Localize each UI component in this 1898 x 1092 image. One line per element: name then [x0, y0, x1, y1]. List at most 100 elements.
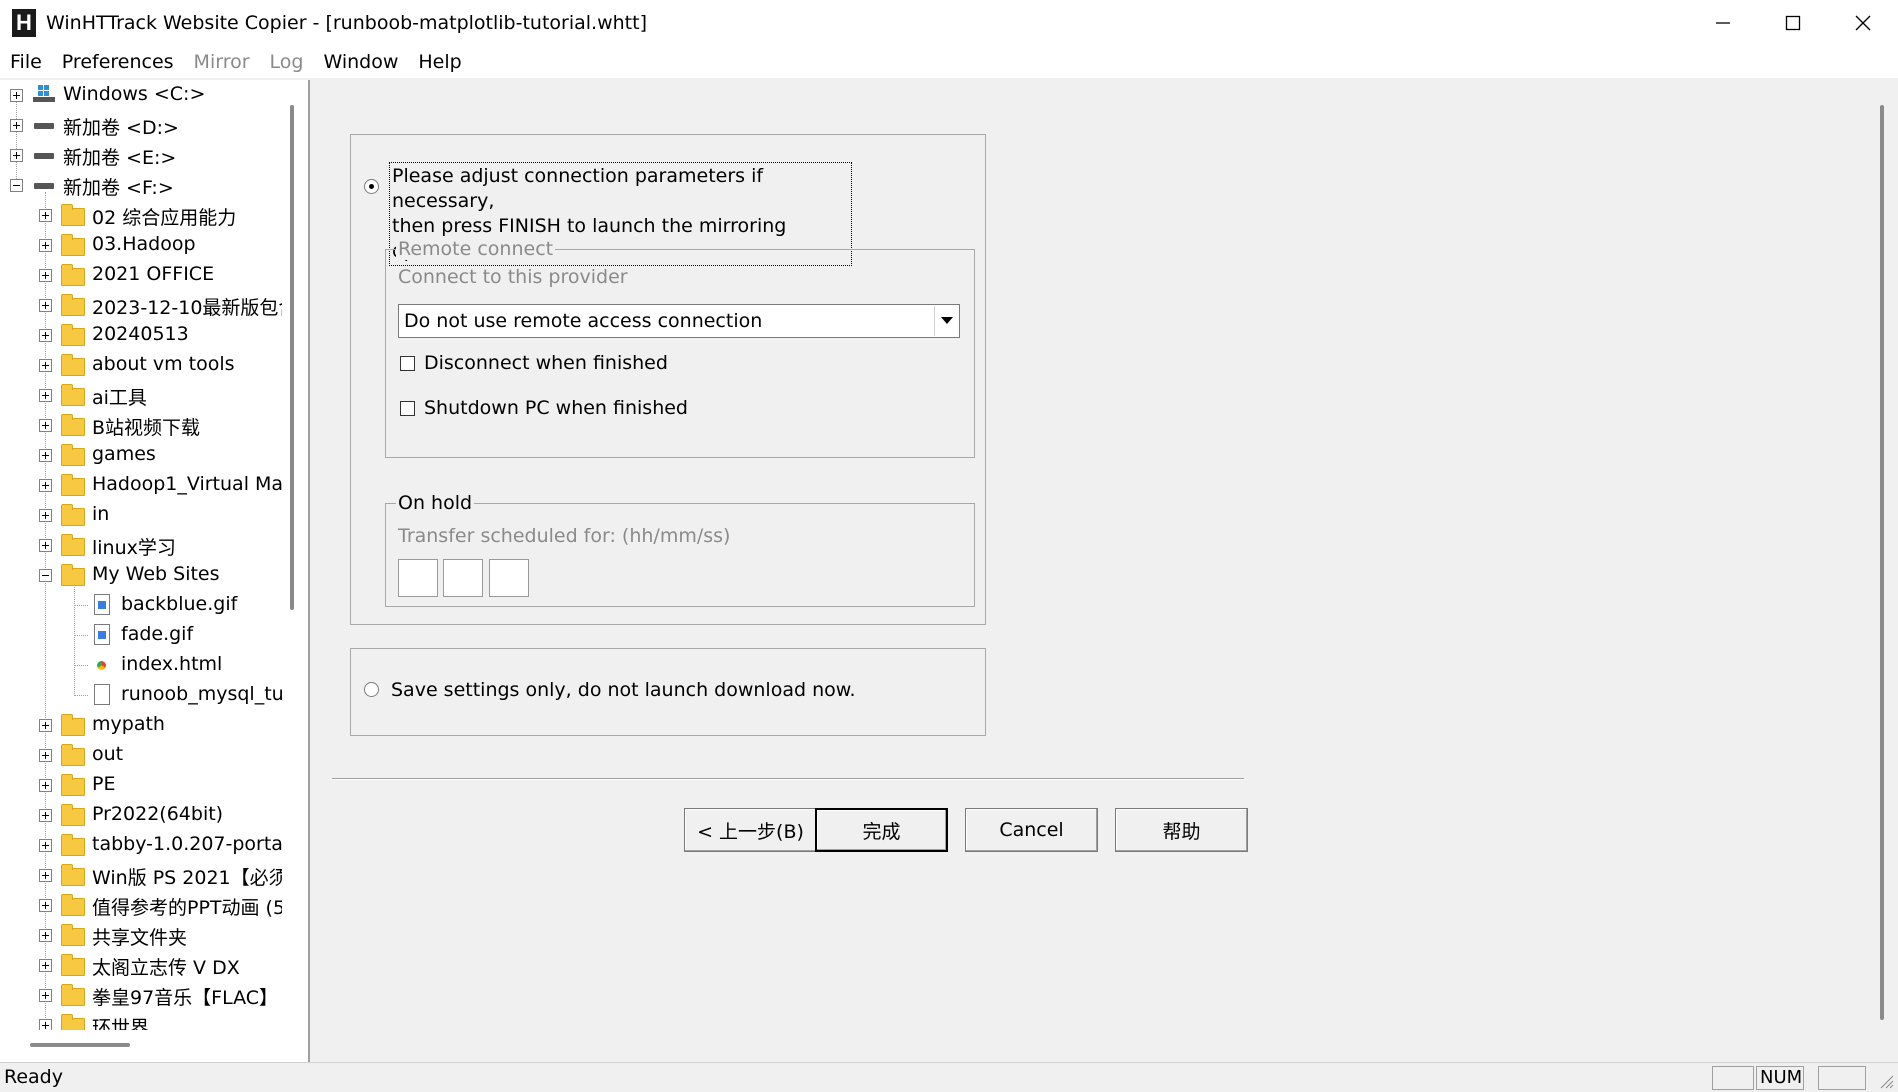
tree-folder[interactable]: Win版 PS 2021【必须v: [0, 860, 282, 890]
expand-icon[interactable]: [39, 239, 52, 252]
expand-icon[interactable]: [39, 959, 52, 972]
tree-item-label: tabby-1.0.207-portab: [92, 833, 282, 855]
expand-icon[interactable]: [39, 1019, 52, 1030]
tree-folder[interactable]: 03.Hadoop: [0, 230, 282, 260]
tree-folder[interactable]: mypath: [0, 710, 282, 740]
tree-folder[interactable]: 太阁立志传 V DX: [0, 950, 282, 980]
expand-icon[interactable]: [39, 299, 52, 312]
expand-icon[interactable]: [39, 809, 52, 822]
tree-file[interactable]: runoob_mysql_tutc: [0, 680, 282, 710]
expand-icon[interactable]: [10, 89, 23, 102]
tree-folder[interactable]: 02 综合应用能力: [0, 200, 282, 230]
tree-folder[interactable]: My Web Sites: [0, 560, 282, 590]
expand-icon[interactable]: [10, 119, 23, 132]
expand-icon[interactable]: [39, 449, 52, 462]
dropdown-button[interactable]: [934, 306, 958, 336]
tree-drive[interactable]: 新加卷 <F:>: [0, 170, 282, 200]
tree-item-label: out: [92, 743, 124, 765]
menu-window[interactable]: Window: [313, 46, 408, 78]
gif-file-icon: [94, 624, 110, 645]
launch-option-radio[interactable]: [364, 179, 379, 194]
tree-folder[interactable]: 2023-12-10最新版包含: [0, 290, 282, 320]
expand-icon[interactable]: [39, 749, 52, 762]
tree-file[interactable]: backblue.gif: [0, 590, 282, 620]
expand-icon[interactable]: [39, 779, 52, 792]
expand-icon[interactable]: [39, 419, 52, 432]
tree-folder[interactable]: B站视频下载: [0, 410, 282, 440]
collapse-icon[interactable]: [39, 569, 52, 582]
provider-select[interactable]: Do not use remote access connection: [398, 304, 960, 338]
tree-vertical-scrollbar[interactable]: [290, 105, 294, 610]
cancel-button[interactable]: Cancel: [965, 808, 1098, 852]
expand-icon[interactable]: [39, 389, 52, 402]
tree-folder[interactable]: 20240513: [0, 320, 282, 350]
collapse-icon[interactable]: [10, 179, 23, 192]
minutes-input[interactable]: [443, 559, 483, 597]
menu-help[interactable]: Help: [408, 46, 471, 78]
tree-folder[interactable]: games: [0, 440, 282, 470]
tree-file[interactable]: fade.gif: [0, 620, 282, 650]
menu-preferences[interactable]: Preferences: [52, 46, 184, 78]
folder-icon: [61, 504, 85, 526]
tree-folder[interactable]: Pr2022(64bit): [0, 800, 282, 830]
tree-folder[interactable]: 共享文件夹: [0, 920, 282, 950]
tree-item-label: 2023-12-10最新版包含: [92, 297, 282, 319]
finish-button[interactable]: 完成: [815, 808, 948, 852]
expand-icon[interactable]: [39, 479, 52, 492]
menu-file[interactable]: File: [0, 46, 52, 78]
maximize-button[interactable]: [1758, 0, 1828, 46]
expand-icon[interactable]: [39, 329, 52, 342]
save-option-label[interactable]: Save settings only, do not launch downlo…: [391, 678, 856, 702]
expand-icon[interactable]: [39, 359, 52, 372]
expand-icon[interactable]: [39, 899, 52, 912]
tree-drive[interactable]: 新加卷 <D:>: [0, 110, 282, 140]
hours-input[interactable]: [398, 559, 438, 597]
expand-icon[interactable]: [39, 539, 52, 552]
tree-guide-line: [74, 605, 88, 606]
disconnect-label[interactable]: Disconnect when finished: [424, 351, 668, 375]
tree-folder[interactable]: 2021 OFFICE: [0, 260, 282, 290]
expand-icon[interactable]: [39, 929, 52, 942]
tree-folder[interactable]: in: [0, 500, 282, 530]
save-option-radio[interactable]: [364, 682, 379, 697]
tree-folder[interactable]: 环世界: [0, 1010, 282, 1030]
expand-icon[interactable]: [39, 509, 52, 522]
tree-folder[interactable]: Hadoop1_Virtual Mac: [0, 470, 282, 500]
shutdown-checkbox[interactable]: [400, 401, 415, 416]
disconnect-checkbox[interactable]: [400, 356, 415, 371]
tree-file[interactable]: index.html: [0, 650, 282, 680]
tree-drive[interactable]: 新加卷 <E:>: [0, 140, 282, 170]
expand-icon[interactable]: [39, 719, 52, 732]
folder-icon: [61, 444, 85, 466]
folder-icon: [61, 324, 85, 346]
resize-grip-icon[interactable]: [1878, 1073, 1894, 1089]
minimize-button[interactable]: [1688, 0, 1758, 46]
menu-log[interactable]: Log: [260, 46, 314, 78]
close-button[interactable]: [1828, 0, 1898, 46]
tree-folder[interactable]: PE: [0, 770, 282, 800]
back-button[interactable]: < 上一步(B): [684, 808, 817, 852]
help-button[interactable]: 帮助: [1115, 808, 1248, 852]
expand-icon[interactable]: [10, 149, 23, 162]
menu-mirror[interactable]: Mirror: [184, 46, 260, 78]
expand-icon[interactable]: [39, 869, 52, 882]
tree-item-label: PE: [92, 773, 116, 795]
main-vertical-scrollbar[interactable]: [1880, 105, 1884, 1020]
tree-drive[interactable]: Windows <C:>: [0, 80, 282, 110]
expand-icon[interactable]: [39, 269, 52, 282]
tree-folder[interactable]: ai工具: [0, 380, 282, 410]
expand-icon[interactable]: [39, 989, 52, 1002]
tree-folder[interactable]: tabby-1.0.207-portab: [0, 830, 282, 860]
tree-horizontal-scrollbar[interactable]: [30, 1043, 130, 1047]
httrack-app-icon[interactable]: H: [12, 9, 36, 37]
shutdown-label[interactable]: Shutdown PC when finished: [424, 396, 688, 420]
seconds-input[interactable]: [489, 559, 529, 597]
expand-icon[interactable]: [39, 839, 52, 852]
tree-folder[interactable]: about vm tools: [0, 350, 282, 380]
tree-folder[interactable]: linux学习: [0, 530, 282, 560]
expand-icon[interactable]: [39, 209, 52, 222]
tree-folder[interactable]: 值得参考的PPT动画 (5: [0, 890, 282, 920]
tree-folder[interactable]: 拳皇97音乐【FLAC】: [0, 980, 282, 1010]
tree-item-label: linux学习: [92, 537, 176, 559]
tree-folder[interactable]: out: [0, 740, 282, 770]
